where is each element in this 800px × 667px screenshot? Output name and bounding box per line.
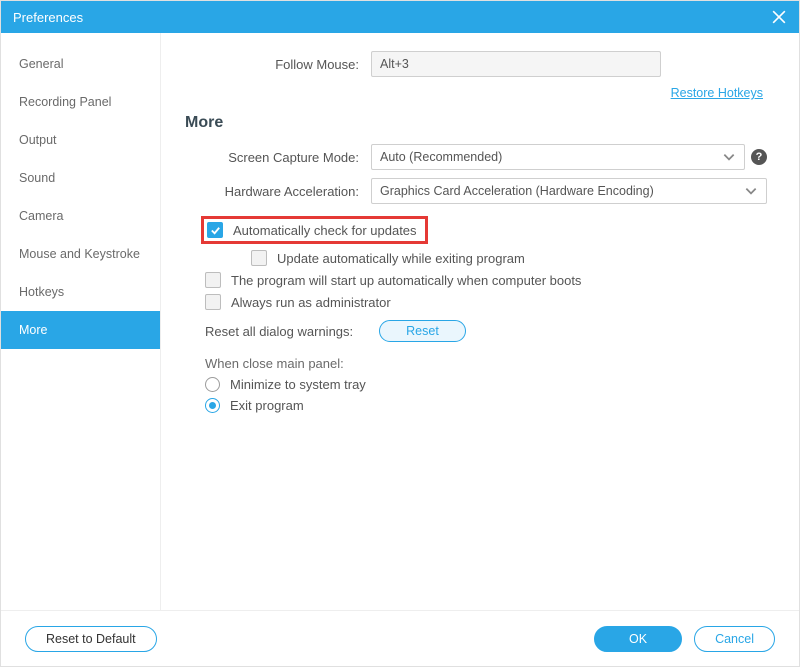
row-minimize-tray: Minimize to system tray <box>205 377 767 392</box>
follow-mouse-input[interactable] <box>371 51 661 77</box>
sidebar-item-output[interactable]: Output <box>1 121 160 159</box>
sidebar-item-camera[interactable]: Camera <box>1 197 160 235</box>
screen-capture-select[interactable]: Auto (Recommended) <box>371 144 745 170</box>
settings-panel: Follow Mouse: Restore Hotkeys More Scree… <box>161 33 799 610</box>
titlebar: Preferences <box>1 1 799 33</box>
sidebar-item-mouse-keystroke[interactable]: Mouse and Keystroke <box>1 235 160 273</box>
sidebar-item-recording-panel[interactable]: Recording Panel <box>1 83 160 121</box>
minimize-tray-label: Minimize to system tray <box>230 377 366 392</box>
sidebar-item-general[interactable]: General <box>1 45 160 83</box>
checkbox-auto-update[interactable] <box>207 222 223 238</box>
start-on-boot-label: The program will start up automatically … <box>231 273 581 288</box>
row-run-admin: Always run as administrator <box>205 294 767 310</box>
restore-hotkeys-link[interactable]: Restore Hotkeys <box>671 86 763 100</box>
reset-dialogs-label: Reset all dialog warnings: <box>205 324 353 339</box>
chevron-down-icon <box>744 184 758 198</box>
radio-minimize-tray[interactable] <box>205 377 220 392</box>
sidebar-item-sound[interactable]: Sound <box>1 159 160 197</box>
hw-accel-row: Hardware Acceleration: Graphics Card Acc… <box>181 178 767 204</box>
reset-dialogs-button[interactable]: Reset <box>379 320 466 342</box>
screen-capture-label: Screen Capture Mode: <box>181 150 371 165</box>
hw-accel-label: Hardware Acceleration: <box>181 184 371 199</box>
run-admin-label: Always run as administrator <box>231 295 391 310</box>
reset-dialogs-row: Reset all dialog warnings: Reset <box>205 320 767 342</box>
screen-capture-row: Screen Capture Mode: Auto (Recommended) … <box>181 144 767 170</box>
close-panel-label: When close main panel: <box>205 356 767 371</box>
checkbox-start-on-boot[interactable] <box>205 272 221 288</box>
row-start-on-boot: The program will start up automatically … <box>205 272 767 288</box>
content-area: General Recording Panel Output Sound Cam… <box>1 33 799 610</box>
checkbox-run-admin[interactable] <box>205 294 221 310</box>
sidebar-item-hotkeys[interactable]: Hotkeys <box>1 273 160 311</box>
row-update-on-exit: Update automatically while exiting progr… <box>251 250 767 266</box>
reset-default-button[interactable]: Reset to Default <box>25 626 157 652</box>
help-icon[interactable]: ? <box>751 149 767 165</box>
hw-accel-select[interactable]: Graphics Card Acceleration (Hardware Enc… <box>371 178 767 204</box>
window-title: Preferences <box>13 10 83 25</box>
checkbox-update-on-exit[interactable] <box>251 250 267 266</box>
chevron-down-icon <box>722 150 736 164</box>
cancel-button[interactable]: Cancel <box>694 626 775 652</box>
hw-accel-value: Graphics Card Acceleration (Hardware Enc… <box>380 184 654 198</box>
sidebar: General Recording Panel Output Sound Cam… <box>1 33 161 610</box>
screen-capture-value: Auto (Recommended) <box>380 150 502 164</box>
auto-update-label: Automatically check for updates <box>233 223 417 238</box>
exit-program-label: Exit program <box>230 398 304 413</box>
follow-mouse-row: Follow Mouse: <box>181 51 767 77</box>
close-icon[interactable] <box>771 9 787 25</box>
follow-mouse-label: Follow Mouse: <box>181 57 371 72</box>
radio-exit-program[interactable] <box>205 398 220 413</box>
ok-button[interactable]: OK <box>594 626 682 652</box>
update-on-exit-label: Update automatically while exiting progr… <box>277 251 525 266</box>
footer: Reset to Default OK Cancel <box>1 610 799 666</box>
section-title-more: More <box>185 114 767 132</box>
highlight-auto-update: Automatically check for updates <box>201 216 428 244</box>
row-exit-program: Exit program <box>205 398 767 413</box>
sidebar-item-more[interactable]: More <box>1 311 160 349</box>
